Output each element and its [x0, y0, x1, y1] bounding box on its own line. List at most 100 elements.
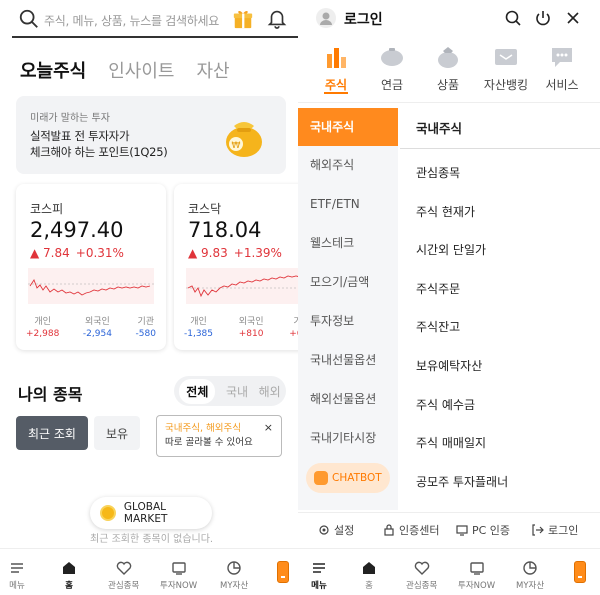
login-title[interactable]: 로그인	[344, 9, 383, 29]
index-card-kosdaq[interactable]: 코스닥 718.04 ▲ 9.83 +1.39% 개인 -1,385 외국인 +810…	[174, 184, 298, 350]
filter-domestic[interactable]: 국내	[226, 383, 248, 400]
index-change-points: ▲ 7.84	[30, 246, 70, 260]
menu-domestic-stock[interactable]: 국내주식	[298, 108, 398, 146]
submenu-item[interactable]: 관심종목	[416, 164, 460, 181]
menu-wealthtech[interactable]: 웰스테크	[298, 224, 398, 262]
menu-categories: 주식 연금 상품 자산뱅킹 서비스	[298, 44, 600, 100]
flow-label: 기관	[137, 317, 155, 327]
investor-flows: 개인 -1,385 외국인 +810 기관 +623	[184, 314, 298, 339]
tooltip-line-2: 따로 골라볼 수 있어요	[165, 437, 253, 448]
category-banking[interactable]: 자산뱅킹	[476, 44, 536, 93]
flow-value: -2,954	[82, 329, 112, 339]
nav-menu[interactable]: 메뉴	[310, 559, 328, 591]
global-market-button[interactable]: GLOBAL MARKET	[90, 497, 212, 529]
filter-tooltip: 국내주식, 해외주식 따로 골라볼 수 있어요 ×	[156, 415, 282, 457]
home-icon	[363, 562, 375, 574]
empty-recent-text: 최근 조회한 종목이 없습니다.	[90, 534, 214, 545]
submenu-title: 국내주식	[416, 121, 463, 136]
menu-invest-info[interactable]: 투자정보	[298, 302, 398, 340]
lock-icon	[384, 524, 394, 536]
flow-label: 개인	[34, 317, 51, 327]
heart-icon	[116, 561, 131, 575]
footer-settings[interactable]: 설정	[318, 522, 354, 538]
close-icon[interactable]	[564, 9, 582, 27]
nav-menu[interactable]: 메뉴	[8, 559, 26, 591]
index-change-pct: +0.31%	[75, 246, 124, 260]
gift-icon[interactable]	[232, 8, 254, 30]
nav-home[interactable]: 홈	[60, 559, 78, 591]
submenu-item[interactable]: 주식잔고	[416, 318, 460, 335]
nav-invest-now[interactable]: 투자NOW	[458, 559, 495, 591]
category-stock[interactable]: 주식	[306, 44, 366, 94]
flow-value: +810	[238, 329, 264, 339]
promo-line-2: 체크해야 하는 포인트(1Q25)	[30, 145, 168, 159]
tab-assets[interactable]: 자산	[197, 57, 230, 83]
category-label: 연금	[380, 78, 404, 92]
flow-label: 개인	[190, 317, 207, 327]
mobile-app-icon[interactable]	[574, 561, 586, 583]
search-input[interactable]: 주식, 메뉴, 상품, 뉴스를 검색하세요	[44, 12, 219, 29]
monitor-icon	[456, 525, 468, 536]
home-panel: 주식, 메뉴, 상품, 뉴스를 검색하세요 오늘주식 인사이트 자산 미래가 말…	[0, 0, 298, 595]
tab-insight[interactable]: 인사이트	[108, 57, 174, 83]
chatbot-button[interactable]: CHATBOT	[306, 463, 390, 493]
nav-watchlist[interactable]: 관심종목	[108, 559, 139, 591]
search-icon[interactable]	[504, 9, 522, 27]
avatar[interactable]	[316, 8, 336, 28]
promo-banner[interactable]: 미래가 말하는 투자 실적발표 전 투자자가 체크해야 하는 포인트(1Q25)…	[16, 96, 286, 174]
submenu-item[interactable]: 주식 예수금	[416, 396, 475, 413]
my-stocks-title: 나의 종목	[18, 385, 83, 404]
bell-icon[interactable]	[266, 7, 288, 29]
category-pension[interactable]: 연금	[362, 44, 422, 93]
chip-holdings[interactable]: 보유	[94, 416, 140, 450]
index-sparkline	[186, 268, 298, 304]
chip-recent-viewed[interactable]: 최근 조회	[16, 416, 88, 450]
flow-value: +623	[289, 329, 298, 339]
market-filter: 전체 국내 해외	[174, 376, 286, 406]
submenu-item[interactable]: 보유예탁자산	[416, 357, 482, 374]
filter-overseas[interactable]: 해외	[259, 383, 281, 400]
submenu-item[interactable]: 주식 매매일지	[416, 434, 486, 451]
nav-home[interactable]: 홈	[360, 559, 378, 591]
nav-my-assets[interactable]: MY자산	[516, 559, 544, 591]
menu-overseas-futures[interactable]: 해외선물옵션	[298, 380, 398, 418]
nav-label: 메뉴	[311, 581, 327, 591]
category-products[interactable]: 상품	[418, 44, 478, 93]
nav-invest-now[interactable]: 투자NOW	[160, 559, 197, 591]
tab-today-stock[interactable]: 오늘주식	[20, 57, 86, 83]
chatbot-label: CHATBOT	[332, 472, 382, 484]
nav-my-assets[interactable]: MY자산	[220, 559, 248, 591]
user-icon	[320, 12, 332, 25]
tv-icon	[469, 562, 484, 575]
tooltip-close-icon[interactable]: ×	[264, 421, 273, 435]
submenu-item[interactable]: 공모주 투자플래너	[416, 473, 508, 490]
footer-pc-auth[interactable]: PC 인증	[456, 522, 510, 538]
nav-label: 투자NOW	[160, 581, 198, 591]
home-tabs: 오늘주식 인사이트 자산	[20, 57, 230, 83]
category-divider	[298, 102, 600, 103]
search-icon[interactable]	[18, 8, 40, 30]
submenu-item[interactable]: 주식 현재가	[416, 203, 475, 220]
power-icon[interactable]	[534, 9, 552, 27]
menu-other-markets[interactable]: 국내기타시장	[298, 419, 398, 457]
menu-etf-etn[interactable]: ETF/ETN	[298, 185, 398, 223]
mobile-app-icon[interactable]	[277, 561, 289, 583]
submenu-divider	[400, 148, 600, 149]
search-bar[interactable]: 주식, 메뉴, 상품, 뉴스를 검색하세요	[12, 4, 298, 38]
menu-overseas-stock[interactable]: 해외주식	[298, 146, 398, 184]
category-label: 자산뱅킹	[483, 78, 529, 92]
index-value: 718.04	[188, 218, 262, 242]
flow-institution: 기관 +623	[289, 314, 298, 339]
footer-login[interactable]: 로그인	[532, 522, 578, 538]
footer-auth-center[interactable]: 인증센터	[383, 522, 439, 538]
menu-domestic-futures[interactable]: 국내선물옵션	[298, 341, 398, 379]
submenu-item[interactable]: 시간외 단일가	[416, 241, 486, 258]
nav-watchlist[interactable]: 관심종목	[406, 559, 437, 591]
filter-all[interactable]: 전체	[179, 378, 216, 404]
menu-savings[interactable]: 모으기/금액	[298, 263, 398, 301]
index-card-kospi[interactable]: 코스피 2,497.40 ▲ 7.84 +0.31% 개인 +2,988 외국인 -2…	[16, 184, 166, 350]
submenu-item[interactable]: 주식주문	[416, 280, 460, 297]
category-service[interactable]: 서비스	[532, 44, 592, 93]
nav-label: 메뉴	[9, 581, 25, 591]
flow-foreign: 외국인 -2,954	[83, 314, 112, 339]
